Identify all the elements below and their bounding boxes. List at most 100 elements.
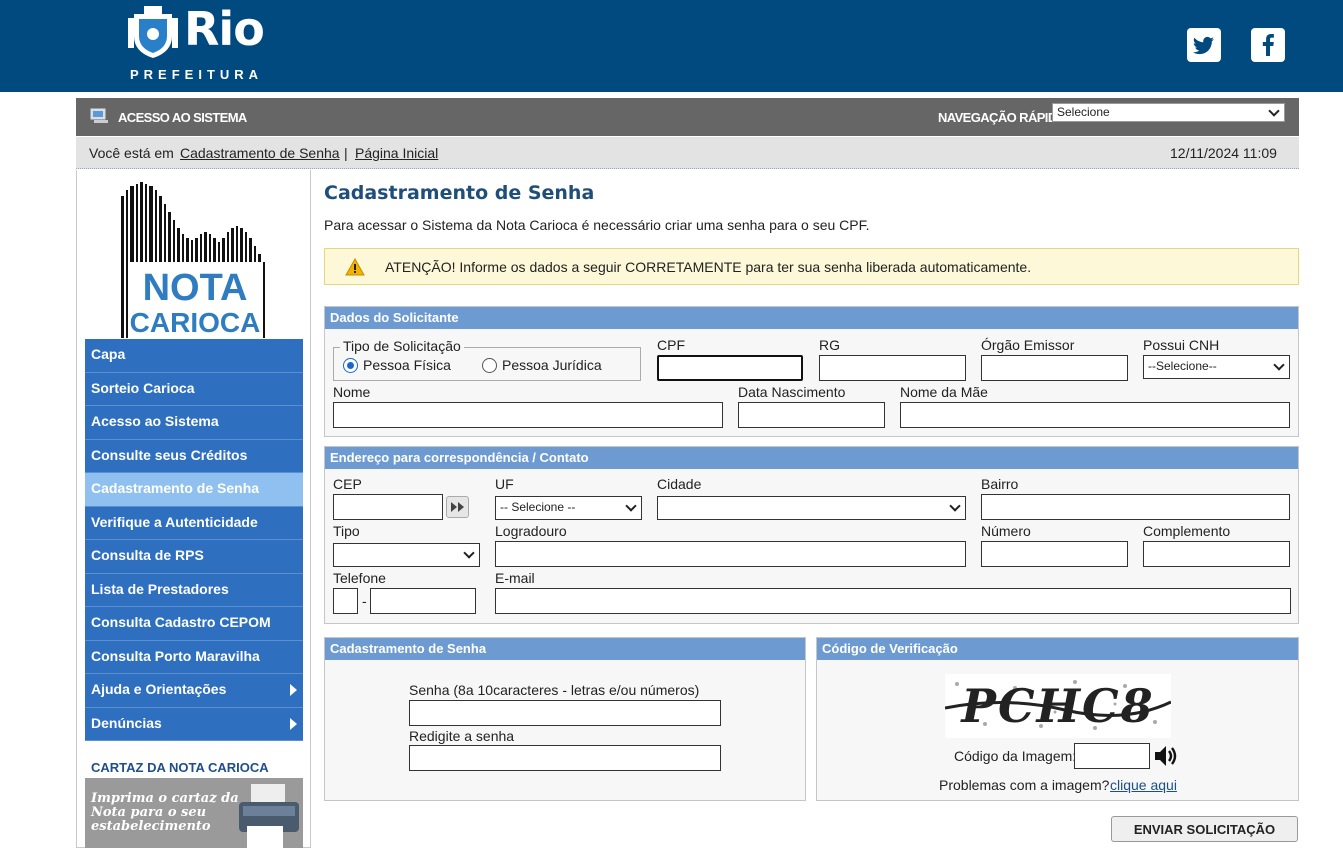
quick-nav-label: NAVEGAÇÃO RÁPIDA xyxy=(938,110,1066,125)
sidebar: NOTA CARIOCA Capa Sorteio Carioca Acesso… xyxy=(76,170,311,848)
chevron-down-icon xyxy=(1268,105,1280,117)
sidebar-item-porto-maravilha[interactable]: Consulta Porto Maravilha xyxy=(85,640,303,674)
computer-icon xyxy=(90,108,108,123)
breadcrumb-link-cadastramento[interactable]: Cadastramento de Senha xyxy=(180,145,340,161)
cpf-field[interactable] xyxy=(657,355,803,381)
tipo-select[interactable] xyxy=(333,543,480,567)
radio-pessoa-fisica[interactable] xyxy=(343,358,358,373)
warning-text: ATENÇÃO! Informe os dados a seguir CORRE… xyxy=(385,259,1032,275)
caret-right-icon xyxy=(290,717,297,730)
redigite-label: Redigite a senha xyxy=(409,728,515,744)
chevron-down-icon xyxy=(625,500,637,512)
caret-right-icon xyxy=(290,684,297,696)
pessoa-juridica-label[interactable]: Pessoa Jurídica xyxy=(502,357,602,373)
captcha-text: PCHC8 xyxy=(959,679,1154,733)
chevron-down-icon xyxy=(1273,359,1285,371)
nascimento-field[interactable] xyxy=(738,402,885,428)
uf-label: UF xyxy=(495,476,514,492)
cnh-selected: --Selecione-- xyxy=(1148,359,1217,373)
logradouro-field[interactable] xyxy=(495,541,966,567)
system-access-link[interactable]: ACESSO AO SISTEMA xyxy=(118,110,247,125)
sidebar-item-label: Acesso ao Sistema xyxy=(91,413,219,429)
rio-prefeitura-logo[interactable]: Rio PREFEITURA xyxy=(126,2,286,84)
endereco-panel: Endereço para correspondência / Contato … xyxy=(324,446,1299,624)
sidebar-item-creditos[interactable]: Consulte seus Créditos xyxy=(85,439,303,473)
site-header: Rio PREFEITURA xyxy=(0,0,1343,92)
brand-subtitle: PREFEITURA xyxy=(130,67,264,82)
orgao-label: Órgão Emissor xyxy=(981,337,1075,353)
brand-name: Rio xyxy=(184,2,265,56)
complemento-label: Complemento xyxy=(1143,523,1231,539)
verificacao-title: Código de Verificação xyxy=(817,638,1298,660)
sidebar-item-ajuda[interactable]: Ajuda e Orientações xyxy=(85,674,303,708)
cep-search-button[interactable] xyxy=(446,496,469,518)
tipo-label: Tipo xyxy=(333,523,360,539)
logo-text-nota: NOTA xyxy=(143,267,248,309)
breadcrumb-link-home[interactable]: Página Inicial xyxy=(355,145,438,161)
coat-of-arms-icon xyxy=(128,6,178,58)
cnh-label: Possui CNH xyxy=(1143,337,1220,353)
quick-nav-select[interactable]: Selecione xyxy=(1052,103,1285,122)
cartaz-box: Imprima o cartaz da Nota para o seu esta… xyxy=(85,778,303,848)
orgao-field[interactable] xyxy=(981,355,1128,381)
nome-field[interactable] xyxy=(333,402,723,428)
mae-field[interactable] xyxy=(900,402,1290,428)
cpf-label: CPF xyxy=(657,337,685,353)
sidebar-item-capa[interactable]: Capa xyxy=(85,339,303,373)
senha-title: Cadastramento de Senha xyxy=(325,638,805,660)
telefone-label: Telefone xyxy=(333,570,386,586)
captcha-image: PCHC8 xyxy=(945,674,1171,738)
sidebar-item-rps[interactable]: Consulta de RPS xyxy=(85,540,303,574)
sidebar-item-label: Denúncias xyxy=(91,714,162,731)
sidebar-item-label: Consulta Cadastro CEPOM xyxy=(91,614,271,630)
sidebar-item-denuncias[interactable]: Denúncias xyxy=(85,707,303,741)
cnh-select[interactable]: --Selecione-- xyxy=(1143,355,1290,379)
problema-link[interactable]: clique aqui xyxy=(1110,777,1177,793)
breadcrumb-prefix: Você está em xyxy=(89,145,174,161)
submit-label: ENVIAR SOLICITAÇÃO xyxy=(1133,822,1276,837)
codigo-field[interactable] xyxy=(1074,743,1150,769)
numero-field[interactable] xyxy=(981,541,1128,567)
speaker-icon[interactable] xyxy=(1153,744,1179,768)
complemento-field[interactable] xyxy=(1143,541,1290,567)
verificacao-panel: Código de Verificação PCHC8 Código da Im… xyxy=(816,637,1299,801)
sidebar-item-cepom[interactable]: Consulta Cadastro CEPOM xyxy=(85,607,303,641)
fast-forward-icon xyxy=(451,502,464,512)
facebook-icon[interactable] xyxy=(1251,28,1285,62)
cidade-label: Cidade xyxy=(657,476,702,492)
rg-label: RG xyxy=(819,337,840,353)
solicitante-title: Dados do Solicitante xyxy=(325,307,1298,329)
uf-select[interactable]: -- Selecione -- xyxy=(495,496,642,520)
radio-pessoa-juridica[interactable] xyxy=(482,358,497,373)
nota-carioca-logo[interactable]: NOTA CARIOCA xyxy=(85,176,303,338)
sidebar-item-label: Consulta Porto Maravilha xyxy=(91,647,260,664)
telefone-ddd-field[interactable] xyxy=(333,588,358,614)
rg-field[interactable] xyxy=(819,355,966,381)
sidebar-item-label: Ajuda e Orientações xyxy=(91,681,227,697)
cidade-select[interactable] xyxy=(657,496,966,520)
email-field[interactable] xyxy=(495,588,1291,614)
senha-field[interactable] xyxy=(409,700,721,726)
nascimento-label: Data Nascimento xyxy=(738,384,846,400)
submit-button[interactable]: ENVIAR SOLICITAÇÃO xyxy=(1111,816,1298,842)
endereco-title: Endereço para correspondência / Contato xyxy=(325,447,1298,469)
sidebar-item-label: Consulta de RPS xyxy=(91,547,204,563)
cep-field[interactable] xyxy=(333,494,443,520)
pessoa-fisica-label[interactable]: Pessoa Física xyxy=(363,357,451,373)
bairro-field[interactable] xyxy=(981,494,1290,520)
redigite-field[interactable] xyxy=(409,745,721,771)
tipo-solicitacao-group: Tipo de Solicitação Pessoa Física Pessoa… xyxy=(333,338,641,381)
sidebar-item-label: Capa xyxy=(91,346,126,362)
twitter-icon[interactable] xyxy=(1187,28,1221,62)
telefone-numero-field[interactable] xyxy=(370,588,476,614)
senha-label: Senha (8a 10caracteres - letras e/ou núm… xyxy=(409,682,700,698)
sidebar-item-cadastramento[interactable]: Cadastramento de Senha xyxy=(85,473,303,507)
page-title: Cadastramento de Senha xyxy=(324,182,595,204)
cartaz-banner[interactable]: CARTAZ DA NOTA CARIOCA Imprima o cartaz … xyxy=(85,754,303,848)
sidebar-item-sorteio[interactable]: Sorteio Carioca xyxy=(85,372,303,406)
sidebar-menu: Capa Sorteio Carioca Acesso ao Sistema C… xyxy=(85,339,303,741)
sidebar-item-acesso[interactable]: Acesso ao Sistema xyxy=(85,406,303,440)
sidebar-item-autenticidade[interactable]: Verifique a Autenticidade xyxy=(85,506,303,540)
senha-panel: Cadastramento de Senha Senha (8a 10carac… xyxy=(324,637,806,801)
sidebar-item-prestadores[interactable]: Lista de Prestadores xyxy=(85,573,303,607)
